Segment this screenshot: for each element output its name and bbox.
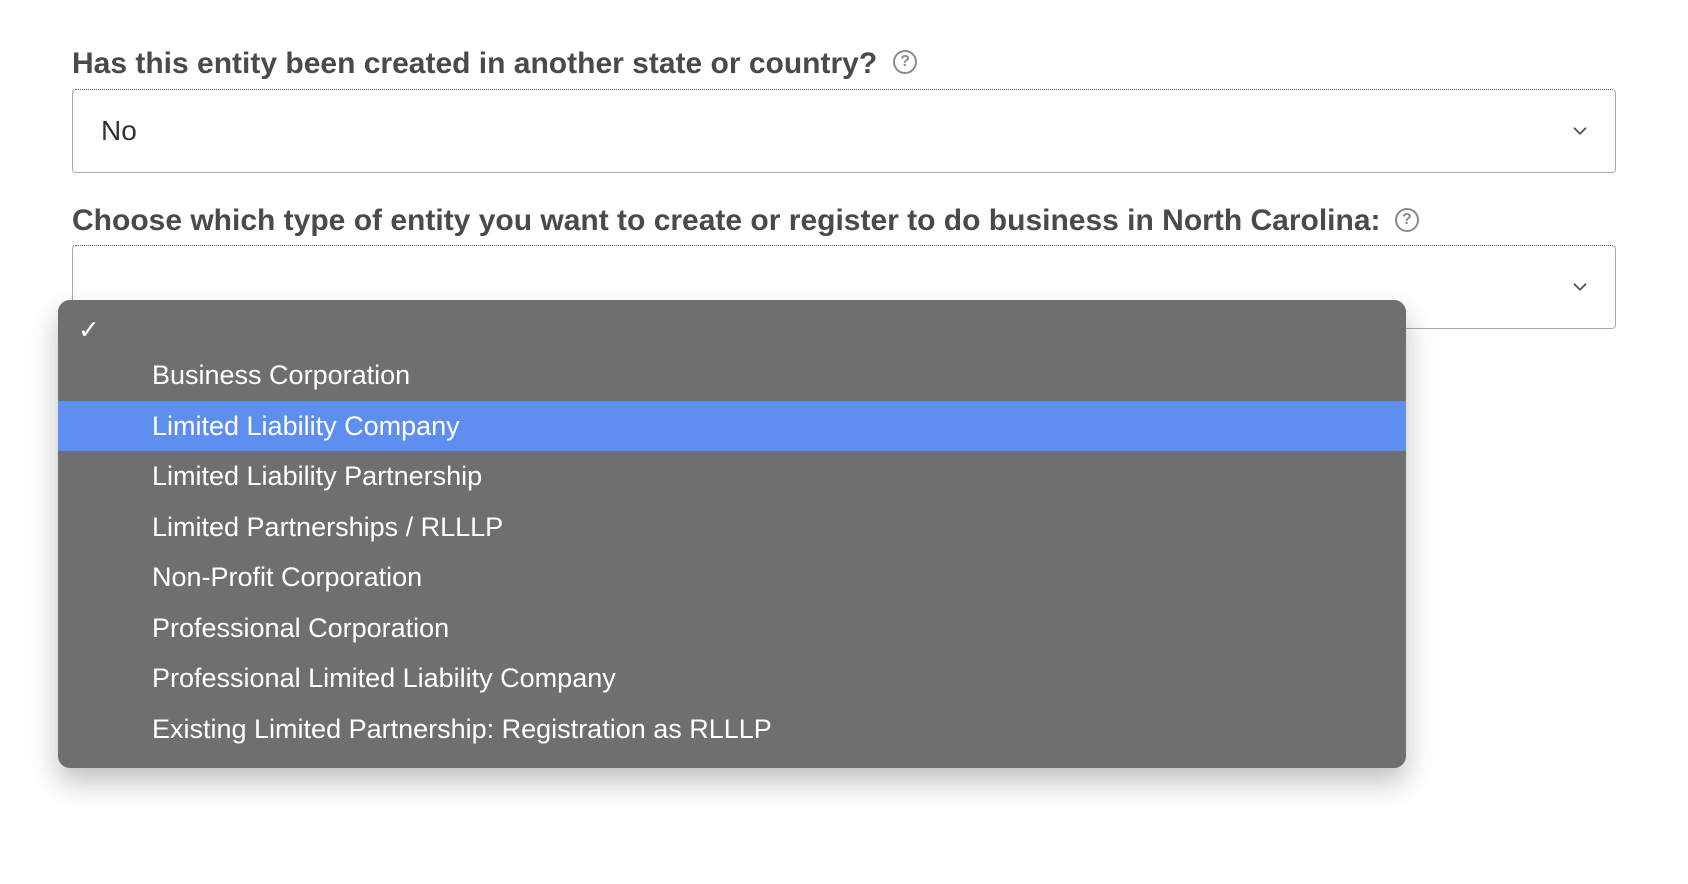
label-text-other-state: Has this entity been created in another …: [72, 44, 877, 85]
chevron-down-icon: [1569, 120, 1591, 142]
dropdown-option[interactable]: Limited Liability Partnership: [58, 451, 1406, 502]
checkmark-icon: ✓: [78, 311, 100, 350]
dropdown-option[interactable]: Existing Limited Partnership: Registrati…: [58, 704, 1406, 755]
dropdown-option-label: Professional Corporation: [152, 613, 449, 643]
form-container: Has this entity been created in another …: [0, 0, 1688, 329]
dropdown-option-label: Limited Liability Company: [152, 411, 460, 441]
dropdown-option-label: Existing Limited Partnership: Registrati…: [152, 714, 772, 744]
dropdown-option-label: Business Corporation: [152, 360, 410, 390]
dropdown-entity-type[interactable]: ✓ Business Corporation Limited Liability C…: [58, 300, 1406, 768]
dropdown-option-label: Limited Partnerships / RLLLP: [152, 512, 503, 542]
field-group-other-state: Has this entity been created in another …: [72, 44, 1616, 173]
dropdown-option[interactable]: Limited Liability Company: [58, 401, 1406, 452]
dropdown-option-label: Limited Liability Partnership: [152, 461, 482, 491]
select-other-state-value: No: [101, 115, 137, 147]
dropdown-option[interactable]: Limited Partnerships / RLLLP: [58, 502, 1406, 553]
select-other-state[interactable]: No: [72, 89, 1616, 173]
dropdown-option[interactable]: Non-Profit Corporation: [58, 552, 1406, 603]
label-other-state: Has this entity been created in another …: [72, 44, 1616, 85]
label-entity-type: Choose which type of entity you want to …: [72, 201, 1616, 242]
chevron-down-icon: [1569, 276, 1591, 298]
dropdown-option-label: Non-Profit Corporation: [152, 562, 422, 592]
dropdown-option[interactable]: Business Corporation: [58, 350, 1406, 401]
dropdown-option[interactable]: Professional Limited Liability Company: [58, 653, 1406, 704]
dropdown-option[interactable]: Professional Corporation: [58, 603, 1406, 654]
label-text-entity-type: Choose which type of entity you want to …: [72, 204, 1381, 237]
dropdown-option[interactable]: ✓: [58, 310, 1406, 350]
dropdown-option-label: Professional Limited Liability Company: [152, 663, 616, 693]
help-icon[interactable]: ?: [1395, 208, 1419, 232]
help-icon[interactable]: ?: [893, 50, 917, 74]
